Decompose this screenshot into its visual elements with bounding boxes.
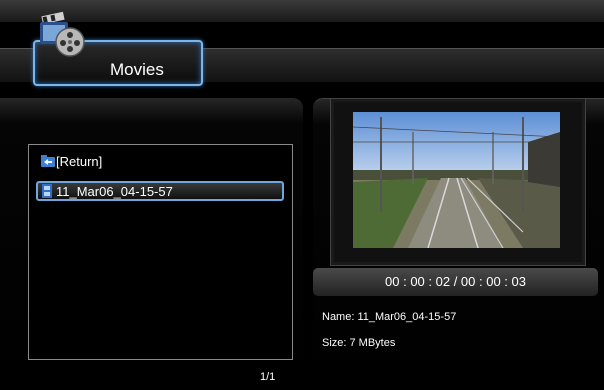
return-folder-icon <box>41 155 55 167</box>
file-list <box>28 144 293 360</box>
file-name-info: Name: 11_Mar06_04-15-57 <box>322 311 457 323</box>
film-reel-icon <box>40 11 85 57</box>
file-size-info: Size: 7 MBytes <box>322 337 396 349</box>
list-item-return[interactable]: [Return] <box>40 151 240 171</box>
page-indicator: 1/1 <box>260 371 276 383</box>
page-title: Movies <box>110 60 164 79</box>
film-file-icon <box>42 184 52 198</box>
list-item-label: [Return] <box>56 153 103 169</box>
playback-time: 00 : 00 : 02 / 00 : 00 : 03 <box>385 274 526 289</box>
list-item-file[interactable]: 11_Mar06_04-15-57 <box>36 181 284 201</box>
video-thumbnail <box>353 112 560 248</box>
list-item-label: 11_Mar06_04-15-57 <box>56 183 173 199</box>
